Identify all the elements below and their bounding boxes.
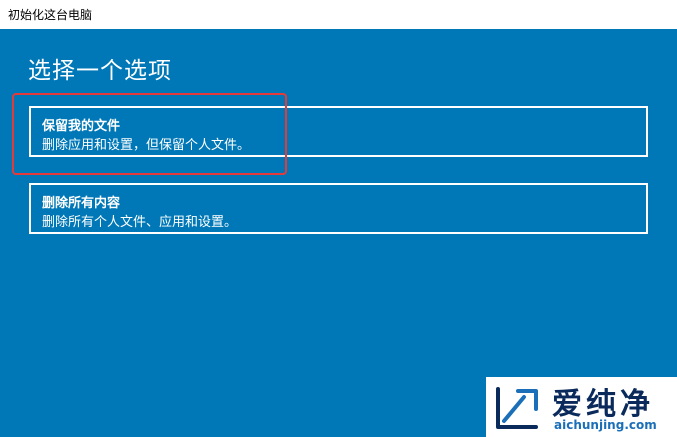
title-bar: 初始化这台电脑 bbox=[0, 0, 677, 29]
remove-everything-option[interactable]: 删除所有内容 删除所有个人文件、应用和设置。 bbox=[29, 183, 648, 234]
option-description: 删除所有个人文件、应用和设置。 bbox=[42, 215, 238, 230]
option-title: 删除所有内容 bbox=[42, 196, 121, 211]
keep-my-files-option[interactable]: 保留我的文件 删除应用和设置，但保留个人文件。 bbox=[29, 106, 648, 157]
watermark-url: aichunjing.com bbox=[554, 418, 657, 432]
brand-logo-icon bbox=[496, 387, 538, 429]
reset-dialog: 选择一个选项 保留我的文件 删除应用和设置，但保留个人文件。 删除所有内容 删除… bbox=[0, 29, 677, 437]
option-description: 删除应用和设置，但保留个人文件。 bbox=[42, 138, 251, 153]
watermark-brand: 爱纯净 bbox=[552, 387, 654, 422]
window-title: 初始化这台电脑 bbox=[8, 8, 93, 22]
watermark: 爱纯净 aichunjing.com bbox=[486, 377, 677, 437]
option-title: 保留我的文件 bbox=[42, 119, 121, 134]
page-title: 选择一个选项 bbox=[28, 58, 172, 84]
